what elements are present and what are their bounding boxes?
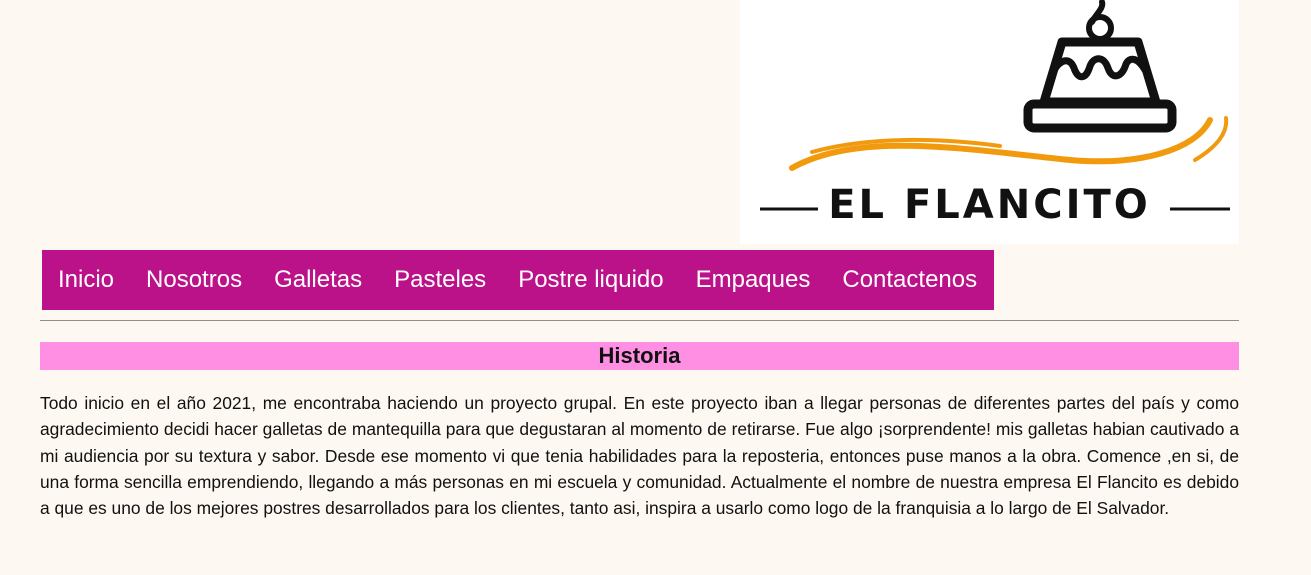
brand-name: EL FLANCITO [828,182,1151,228]
nav-item-pasteles[interactable]: Pasteles [394,266,486,294]
section-title-historia: Historia [40,342,1239,370]
nav-item-nosotros[interactable]: Nosotros [146,266,242,294]
history-paragraph: Todo inicio en el año 2021, me encontrab… [40,393,1239,519]
nav-item-empaques[interactable]: Empaques [696,266,811,294]
nav-item-contactenos[interactable]: Contactenos [842,266,977,294]
main-navigation: Inicio Nosotros Galletas Pasteles Postre… [42,250,994,310]
nav-item-inicio[interactable]: Inicio [58,266,114,294]
nav-item-postre-liquido[interactable]: Postre liquido [518,266,663,294]
horizontal-divider [40,320,1239,321]
nav-item-galletas[interactable]: Galletas [274,266,362,294]
brand-logo: EL FLANCITO [740,0,1239,244]
